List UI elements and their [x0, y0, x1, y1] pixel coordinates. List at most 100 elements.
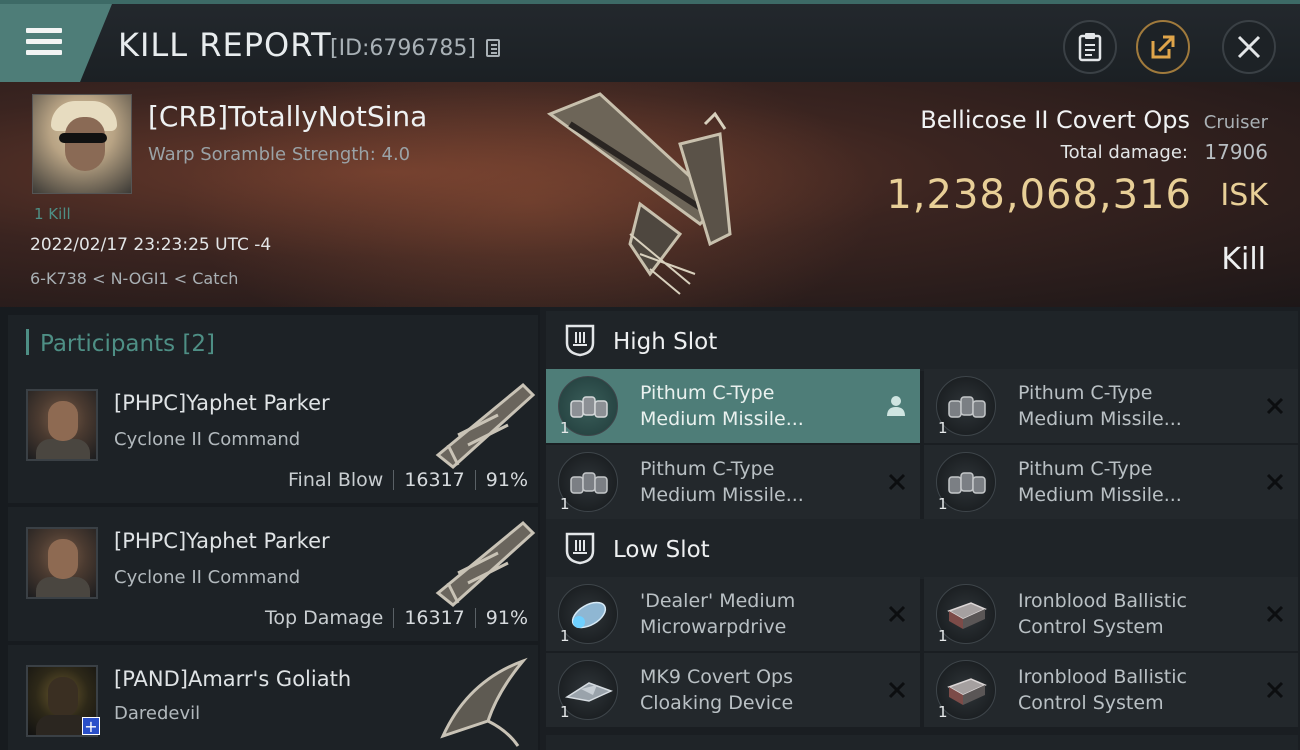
low-slot-label: Low Slot — [613, 537, 710, 563]
participant-name: [PHPC]Yaphet Parker — [114, 391, 330, 415]
destroyed-x-icon — [1266, 397, 1284, 415]
high-slot-label: High Slot — [613, 329, 718, 355]
isk-value: 1,238,068,316 — [886, 172, 1192, 218]
module-quantity: 1 — [938, 419, 948, 437]
report-type: Kill — [1221, 242, 1266, 277]
module-item[interactable]: 1 'Dealer' Medium Microwarpdrive — [546, 577, 920, 651]
isk-label: ISK — [1220, 178, 1268, 213]
module-name: 'Dealer' Medium Microwarpdrive — [640, 590, 796, 638]
module-quantity: 1 — [938, 703, 948, 721]
participant-name: [PHPC]Yaphet Parker — [114, 529, 330, 553]
destroyed-x-icon — [888, 473, 906, 491]
portrait-face — [65, 117, 105, 171]
module-item[interactable]: 1 MK9 Covert Ops Cloaking Device — [546, 653, 920, 727]
victim-ship-name[interactable]: Bellicose II Covert Ops — [920, 106, 1190, 134]
hamburger-icon-bar — [26, 50, 62, 55]
destroyed-x-icon — [1266, 681, 1284, 699]
victim-ship-class: Cruiser — [1203, 112, 1268, 133]
victim-portrait[interactable] — [32, 94, 132, 194]
participant-damage: 16317 — [404, 607, 465, 629]
module-quantity: 1 — [560, 627, 570, 645]
module-item[interactable]: 1 Ironblood Ballistic Control System — [924, 577, 1298, 651]
victim-panel: [CRB]TotallyNotSina Warp Soramble Streng… — [0, 82, 1300, 307]
stat-separator — [393, 470, 395, 490]
total-damage-value: 17906 — [1204, 140, 1268, 164]
participant-row[interactable]: [PHPC]Yaphet Parker Cyclone II Command F… — [8, 369, 538, 503]
module-name: Pithum C-Type Medium Missile... — [1018, 458, 1182, 506]
destroyed-x-icon — [888, 681, 906, 699]
destroyed-x-icon — [888, 605, 906, 623]
victim-pilot-name[interactable]: [CRB]TotallyNotSina — [148, 100, 427, 133]
participant-ship-image — [440, 657, 528, 747]
module-quantity: 1 — [560, 419, 570, 437]
participants-header: Participants [2] — [8, 315, 538, 371]
participant-row[interactable]: [PHPC]Yaphet Parker Cyclone II Command T… — [8, 507, 538, 641]
avatar-body — [36, 439, 90, 459]
participant-ship: Daredevil — [114, 703, 201, 724]
total-damage-label: Total damage: — [1060, 142, 1188, 163]
clipboard-button[interactable] — [1063, 20, 1117, 74]
module-item[interactable]: 1 Pithum C-Type Medium Missile... — [546, 369, 920, 443]
fitting-panel: High Slot 1 Pithum C-Type Medium Missile… — [540, 307, 1300, 750]
module-item[interactable]: 1 Pithum C-Type Medium Missile... — [924, 369, 1298, 443]
module-name: Pithum C-Type Medium Missile... — [640, 458, 804, 506]
participant-avatar[interactable] — [26, 389, 98, 461]
kill-datetime: 2022/02/17 23:23:25 UTC -4 — [30, 235, 272, 255]
copy-icon[interactable] — [486, 39, 500, 57]
participant-percent: 91% — [485, 607, 528, 629]
participant-stats: Top Damage 16317 91% — [265, 607, 528, 629]
mid-slot-header — [546, 735, 1298, 750]
stat-separator — [393, 608, 395, 628]
participant-tag: Final Blow — [288, 469, 384, 491]
plus-icon: + — [82, 717, 100, 736]
high-slot-header: High Slot — [546, 311, 1298, 371]
slot-shield-icon — [565, 324, 595, 357]
low-slot-header: Low Slot — [546, 519, 1298, 579]
avatar-head — [48, 677, 78, 717]
close-button[interactable] — [1222, 20, 1276, 74]
avatar-body — [36, 577, 90, 597]
share-button[interactable] — [1136, 20, 1190, 74]
participant-stats: Final Blow 16317 91% — [288, 469, 528, 491]
avatar-head — [48, 539, 78, 579]
victim-ship-image[interactable] — [530, 84, 790, 304]
module-quantity: 1 — [938, 495, 948, 513]
module-name: Ironblood Ballistic Control System — [1018, 590, 1187, 638]
module-quantity: 1 — [560, 495, 570, 513]
participants-title: Participants [2] — [40, 331, 215, 357]
portrait-glasses — [59, 133, 107, 143]
header-accent — [26, 329, 29, 355]
participant-row[interactable]: + [PAND]Amarr's Goliath Daredevil — [8, 645, 538, 750]
kill-id: [ID:6796785] — [330, 36, 476, 61]
kill-location: 6-K738 < N-OGI1 < Catch — [30, 269, 239, 288]
module-name: Pithum C-Type Medium Missile... — [640, 382, 804, 430]
module-name: Pithum C-Type Medium Missile... — [1018, 382, 1182, 430]
person-icon — [887, 396, 905, 416]
destroyed-x-icon — [1266, 605, 1284, 623]
module-name: Ironblood Ballistic Control System — [1018, 666, 1187, 714]
module-quantity: 1 — [560, 703, 570, 721]
stat-separator — [474, 470, 476, 490]
avatar-head — [48, 401, 78, 441]
stat-separator — [474, 608, 476, 628]
close-icon — [1237, 35, 1261, 59]
clipboard-icon — [1078, 33, 1102, 62]
warp-scramble-strength: Warp Soramble Strength: 4.0 — [148, 144, 411, 165]
participant-avatar[interactable] — [26, 527, 98, 599]
participant-damage: 16317 — [404, 469, 465, 491]
participants-panel: Participants [2] [PHPC]Yaphet Parker Cyc… — [0, 307, 540, 750]
participant-tag: Top Damage — [265, 607, 384, 629]
participant-ship: Cyclone II Command — [114, 567, 301, 588]
participants-label: Participants — [40, 331, 176, 357]
menu-button[interactable] — [0, 4, 112, 82]
participants-count: [2] — [182, 331, 216, 357]
hamburger-icon-bar — [26, 39, 62, 44]
module-item[interactable]: 1 Pithum C-Type Medium Missile... — [924, 445, 1298, 519]
participant-ship: Cyclone II Command — [114, 429, 301, 450]
module-name: MK9 Covert Ops Cloaking Device — [640, 666, 794, 714]
module-item[interactable]: 1 Ironblood Ballistic Control System — [924, 653, 1298, 727]
module-item[interactable]: 1 Pithum C-Type Medium Missile... — [546, 445, 920, 519]
participant-name: [PAND]Amarr's Goliath — [114, 667, 352, 691]
window-header: KILL REPORT [ID:6796785] — [0, 0, 1300, 82]
slot-shield-icon — [565, 532, 595, 565]
